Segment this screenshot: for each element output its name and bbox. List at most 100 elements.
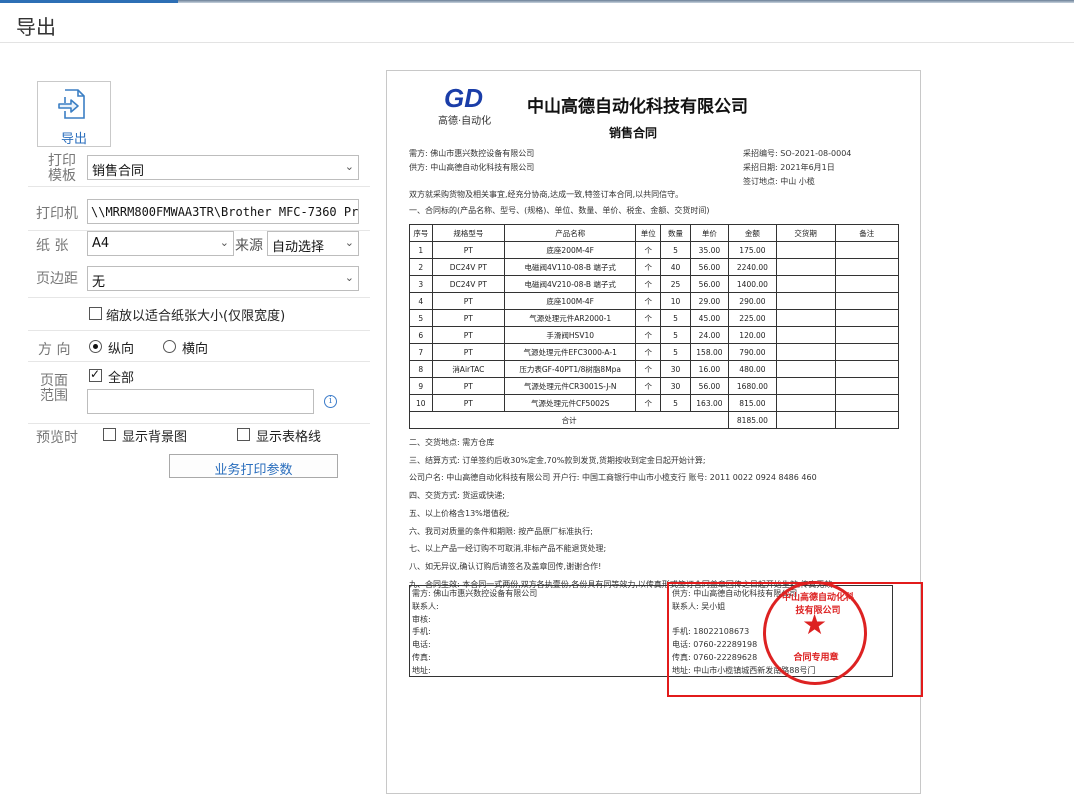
clause-line: 三、结算方式: 订单签约后收30%定金,70%款到发货,货期按收到定金日起开始计… (409, 455, 706, 465)
table-cell (775, 241, 836, 259)
table-cell: 电磁阀4V110-08-B 端子式 (504, 258, 637, 276)
chevron-down-icon: ⌄ (344, 160, 354, 173)
table-cell: 30 (660, 377, 691, 395)
seller-line: 供方: 中山高德自动化科技有限公司 (409, 163, 535, 172)
printer-label: 打印机 (36, 206, 78, 222)
table-cell: 10 (660, 292, 691, 310)
clause-line: 二、交货地点: 需方仓库 (409, 438, 495, 447)
paper-select-value: A4 (92, 236, 110, 251)
paper-label: 纸 张 (36, 238, 69, 254)
show-background-checkbox[interactable] (103, 428, 116, 441)
clause-line: 四、交货方式: 货运或快递; (409, 491, 505, 501)
business-print-params-button[interactable]: 业务打印参数 (169, 454, 338, 478)
table-row: 6 PT 手滑阀HSV10 个 5 24.00 120.00 (409, 326, 900, 344)
table-cell: 5 (660, 343, 691, 361)
table-cell: 2 (409, 258, 433, 276)
all-pages-checkbox[interactable] (89, 367, 102, 382)
table-cell: PT (431, 343, 506, 361)
signature-line: 需方: 佛山市惠兴数控设备有限公司 (412, 589, 538, 598)
table-cell: 电磁阀4V210-08-B 端子式 (504, 275, 637, 293)
table-header-cell: 规格型号 (431, 224, 506, 242)
divider (28, 330, 370, 331)
dialog-titlebar: 导出 (0, 3, 1074, 43)
table-cell: 5 (409, 309, 433, 327)
table-cell (834, 258, 900, 276)
table-cell: 气源处理元件CR3001S-J-N (504, 377, 637, 395)
table-row: 5 PT 气源处理元件AR2000-1 个 5 45.00 225.00 (409, 309, 900, 327)
table-cell: PT (431, 241, 506, 259)
table-cell: 8 (409, 360, 433, 378)
section-one: 一、合同标的(产品名称、型号、(规格)、单位、数量、单价、税金、金额、交货时间) (409, 206, 710, 215)
table-header-cell: 交货期 (775, 224, 836, 242)
table-header-row: 序号 规格型号 产品名称 单位 数量 单价 金额 交货期 备注 (409, 224, 900, 242)
table-cell (834, 326, 900, 344)
table-cell: 1 (409, 241, 433, 259)
clause-line: 七、以上产品一经订购不可取消,非标产品不能退货处理; (409, 544, 607, 554)
table-cell: 个 (635, 326, 662, 344)
portrait-radio[interactable] (89, 340, 102, 353)
divider (28, 186, 370, 187)
table-cell: 手滑阀HSV10 (504, 326, 637, 344)
table-cell: 消AirTAC (431, 360, 506, 378)
chevron-down-icon: ⌄ (344, 271, 354, 284)
table-cell: PT (431, 377, 506, 395)
printer-field[interactable]: \\MRRM800FMWAA3TR\Brother MFC-7360 Print (87, 199, 359, 224)
print-settings-panel: 导出 打印模板 销售合同 ⌄ 打印机 \\MRRM800FMWAA3TR\Bro… (0, 44, 380, 794)
landscape-radio[interactable] (163, 340, 176, 353)
table-cell: 2240.00 (728, 258, 777, 276)
table-cell (834, 411, 900, 429)
table-header-cell: 单价 (689, 224, 730, 242)
table-header-cell: 金额 (728, 224, 777, 242)
divider (28, 423, 370, 424)
table-cell: 个 (635, 360, 662, 378)
table-cell: PT (431, 309, 506, 327)
table-cell: 45.00 (689, 309, 730, 327)
table-cell: 个 (635, 241, 662, 259)
table-cell: 35.00 (689, 241, 730, 259)
logo-text: GD (444, 85, 483, 111)
template-select[interactable]: 销售合同 ⌄ (87, 155, 359, 180)
chevron-down-icon: ⌄ (219, 236, 229, 249)
table-cell: PT (431, 326, 506, 344)
source-label: 来源 (235, 238, 263, 254)
table-cell: 290.00 (728, 292, 777, 310)
table-row: 4 PT 底座100M-4F 个 10 29.00 290.00 (409, 292, 900, 310)
clause-line: 六、我司对质量的条件和期限: 按产品原厂标准执行; (409, 526, 593, 536)
fit-width-checkbox[interactable] (89, 307, 102, 320)
table-cell: 气源处理元件CF5002S (504, 394, 637, 412)
source-select-value: 自动选择 (272, 240, 325, 255)
items-table: 序号 规格型号 产品名称 单位 数量 单价 金额 交货期 备注 1 PT 底座200M-4F 个 5 35… (408, 224, 900, 429)
table-cell: 气源处理元件EFC3000-A-1 (504, 343, 637, 361)
source-select[interactable]: 自动选择 ⌄ (267, 231, 359, 256)
show-gridlines-label: 显示表格线 (256, 430, 322, 445)
export-button[interactable]: 导出 (37, 81, 111, 147)
fit-width-label: 缩放以适合纸张大小(仅限宽度) (106, 309, 286, 324)
page-range-input[interactable] (87, 389, 314, 414)
template-label: 打印模板 (48, 153, 76, 184)
show-gridlines-checkbox[interactable] (237, 428, 250, 441)
page-range-label: 页面范围 (40, 373, 68, 404)
clause-line: 公司户名: 中山高德自动化科技有限公司 开户行: 中国工商银行中山市小榄支行 账… (409, 473, 817, 483)
table-cell: 压力表GF-40PT1/8树脂8Mpa (504, 360, 637, 378)
table-cell: 40 (660, 258, 691, 276)
signature-line: 传真: (412, 653, 431, 662)
table-cell (834, 377, 900, 395)
table-cell (834, 241, 900, 259)
margin-select[interactable]: 无 ⌄ (87, 266, 359, 291)
table-cell: DC24V PT (431, 275, 506, 293)
table-cell: 120.00 (728, 326, 777, 344)
table-cell: 个 (635, 258, 662, 276)
margin-label: 页边距 (36, 271, 78, 287)
intro-text: 双方就采购货物及相关事宜,经充分协商,达成一致,特签订本合同,以共同信守。 (409, 190, 684, 199)
table-header-cell: 数量 (660, 224, 691, 242)
table-header-cell: 单位 (635, 224, 662, 242)
paper-select[interactable]: A4 ⌄ (87, 231, 234, 256)
signature-line: 审核: (412, 614, 431, 624)
contract-number: 采招编号: SO-2021-08-0004 (743, 149, 852, 158)
table-cell: DC24V PT (431, 258, 506, 276)
table-cell (775, 411, 836, 429)
signature-line: 联系人: (412, 601, 439, 611)
table-cell (775, 292, 836, 310)
info-icon[interactable]: i (324, 395, 337, 408)
table-cell: 225.00 (728, 309, 777, 327)
